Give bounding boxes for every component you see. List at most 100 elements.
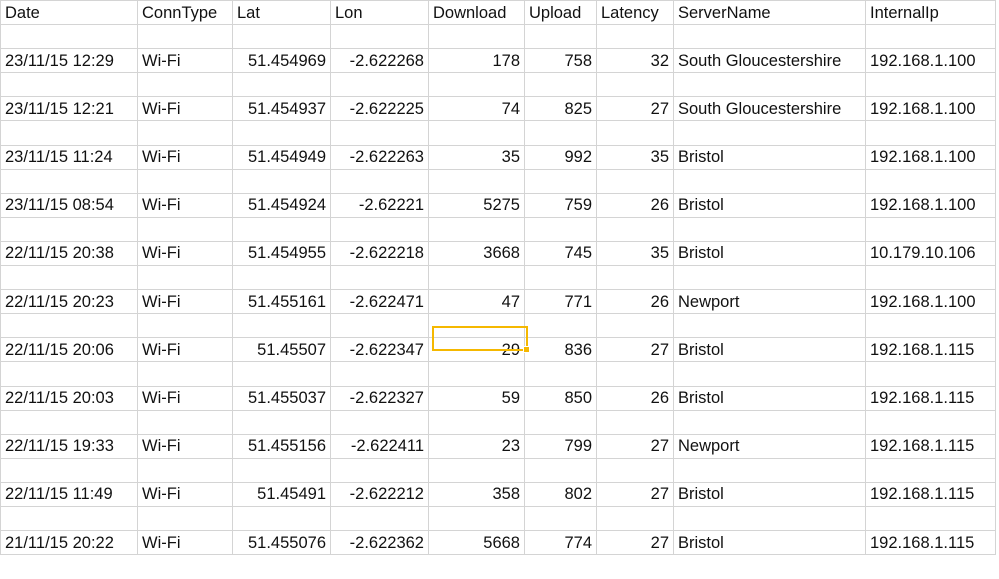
- cell-internalip[interactable]: 192.168.1.115: [865, 530, 996, 556]
- cell-internalip[interactable]: 10.179.10.106: [865, 240, 996, 267]
- empty-cell[interactable]: [0, 216, 138, 242]
- empty-cell[interactable]: [524, 313, 597, 339]
- cell-date[interactable]: 21/11/15 20:22: [0, 530, 138, 556]
- cell-servername[interactable]: South Gloucestershire: [673, 96, 866, 122]
- cell-lon[interactable]: -2.622268: [330, 48, 429, 74]
- cell-latency[interactable]: 35: [596, 240, 674, 267]
- empty-cell[interactable]: [524, 120, 597, 146]
- empty-cell[interactable]: [232, 168, 331, 194]
- empty-cell[interactable]: [232, 120, 331, 146]
- empty-cell[interactable]: [673, 409, 866, 435]
- cell-latency[interactable]: 27: [596, 530, 674, 556]
- cell-latency[interactable]: 26: [596, 385, 674, 411]
- header-cell-date[interactable]: Date: [0, 0, 138, 26]
- empty-cell[interactable]: [428, 24, 525, 50]
- cell-internalip[interactable]: 192.168.1.100: [865, 289, 996, 315]
- cell-lon[interactable]: -2.622362: [330, 530, 429, 556]
- empty-cell[interactable]: [428, 120, 525, 146]
- empty-cell[interactable]: [596, 457, 674, 483]
- empty-cell[interactable]: [0, 457, 138, 483]
- cell-servername[interactable]: Bristol: [673, 385, 866, 411]
- cell-servername[interactable]: Newport: [673, 289, 866, 315]
- empty-cell[interactable]: [428, 265, 525, 291]
- cell-conntype[interactable]: Wi-Fi: [137, 144, 233, 170]
- empty-cell[interactable]: [0, 120, 138, 146]
- cell-date[interactable]: 23/11/15 08:54: [0, 192, 138, 218]
- cell-download[interactable]: 47: [428, 289, 525, 315]
- cell-download[interactable]: 5275: [428, 192, 525, 218]
- cell-latency[interactable]: 32: [596, 48, 674, 74]
- empty-cell[interactable]: [865, 313, 996, 339]
- cell-lon[interactable]: -2.62221: [330, 192, 429, 218]
- cell-download[interactable]: 23: [428, 433, 525, 459]
- cell-internalip[interactable]: 192.168.1.100: [865, 144, 996, 170]
- empty-cell[interactable]: [0, 168, 138, 194]
- empty-cell[interactable]: [596, 409, 674, 435]
- cell-date[interactable]: 22/11/15 20:03: [0, 385, 138, 411]
- cell-internalip[interactable]: 192.168.1.100: [865, 48, 996, 74]
- header-cell-latency[interactable]: Latency: [596, 0, 674, 26]
- empty-cell[interactable]: [330, 72, 429, 98]
- empty-cell[interactable]: [524, 168, 597, 194]
- empty-cell[interactable]: [137, 505, 233, 532]
- empty-cell[interactable]: [596, 313, 674, 339]
- empty-cell[interactable]: [232, 24, 331, 50]
- empty-cell[interactable]: [0, 265, 138, 291]
- cell-date[interactable]: 22/11/15 20:38: [0, 240, 138, 267]
- empty-cell[interactable]: [596, 168, 674, 194]
- cell-upload[interactable]: 802: [524, 481, 597, 507]
- empty-cell[interactable]: [330, 120, 429, 146]
- empty-cell[interactable]: [865, 265, 996, 291]
- empty-cell[interactable]: [137, 72, 233, 98]
- cell-lat[interactable]: 51.455156: [232, 433, 331, 459]
- cell-download[interactable]: 35: [428, 144, 525, 170]
- empty-cell[interactable]: [330, 409, 429, 435]
- cell-date[interactable]: 23/11/15 12:21: [0, 96, 138, 122]
- cell-download[interactable]: 358: [428, 481, 525, 507]
- empty-cell[interactable]: [428, 313, 525, 339]
- empty-cell[interactable]: [865, 120, 996, 146]
- empty-cell[interactable]: [428, 505, 525, 532]
- empty-cell[interactable]: [673, 361, 866, 387]
- header-cell-internalip[interactable]: InternalIp: [865, 0, 996, 26]
- header-cell-servername[interactable]: ServerName: [673, 0, 866, 26]
- empty-cell[interactable]: [137, 24, 233, 50]
- empty-cell[interactable]: [0, 505, 138, 532]
- cell-servername[interactable]: South Gloucestershire: [673, 48, 866, 74]
- cell-download[interactable]: 178: [428, 48, 525, 74]
- cell-servername[interactable]: Bristol: [673, 337, 866, 363]
- cell-conntype[interactable]: Wi-Fi: [137, 385, 233, 411]
- empty-cell[interactable]: [524, 24, 597, 50]
- cell-lat[interactable]: 51.45491: [232, 481, 331, 507]
- empty-cell[interactable]: [596, 216, 674, 242]
- empty-cell[interactable]: [137, 265, 233, 291]
- cell-conntype[interactable]: Wi-Fi: [137, 48, 233, 74]
- empty-cell[interactable]: [330, 168, 429, 194]
- empty-cell[interactable]: [0, 409, 138, 435]
- cell-lat[interactable]: 51.455161: [232, 289, 331, 315]
- cell-lat[interactable]: 51.455037: [232, 385, 331, 411]
- empty-cell[interactable]: [865, 72, 996, 98]
- cell-servername[interactable]: Bristol: [673, 144, 866, 170]
- cell-download[interactable]: 59: [428, 385, 525, 411]
- empty-cell[interactable]: [137, 457, 233, 483]
- cell-lat[interactable]: 51.454937: [232, 96, 331, 122]
- cell-lon[interactable]: -2.622212: [330, 481, 429, 507]
- empty-cell[interactable]: [673, 168, 866, 194]
- empty-cell[interactable]: [673, 265, 866, 291]
- cell-date[interactable]: 23/11/15 12:29: [0, 48, 138, 74]
- cell-lon[interactable]: -2.622263: [330, 144, 429, 170]
- cell-internalip[interactable]: 192.168.1.115: [865, 337, 996, 363]
- empty-cell[interactable]: [330, 24, 429, 50]
- empty-cell[interactable]: [330, 265, 429, 291]
- empty-cell[interactable]: [524, 505, 597, 532]
- cell-internalip[interactable]: 192.168.1.100: [865, 96, 996, 122]
- cell-upload[interactable]: 759: [524, 192, 597, 218]
- empty-cell[interactable]: [865, 24, 996, 50]
- empty-cell[interactable]: [232, 216, 331, 242]
- cell-latency[interactable]: 27: [596, 337, 674, 363]
- cell-conntype[interactable]: Wi-Fi: [137, 337, 233, 363]
- cell-date[interactable]: 22/11/15 20:23: [0, 289, 138, 315]
- cell-date[interactable]: 23/11/15 11:24: [0, 144, 138, 170]
- cell-internalip[interactable]: 192.168.1.115: [865, 481, 996, 507]
